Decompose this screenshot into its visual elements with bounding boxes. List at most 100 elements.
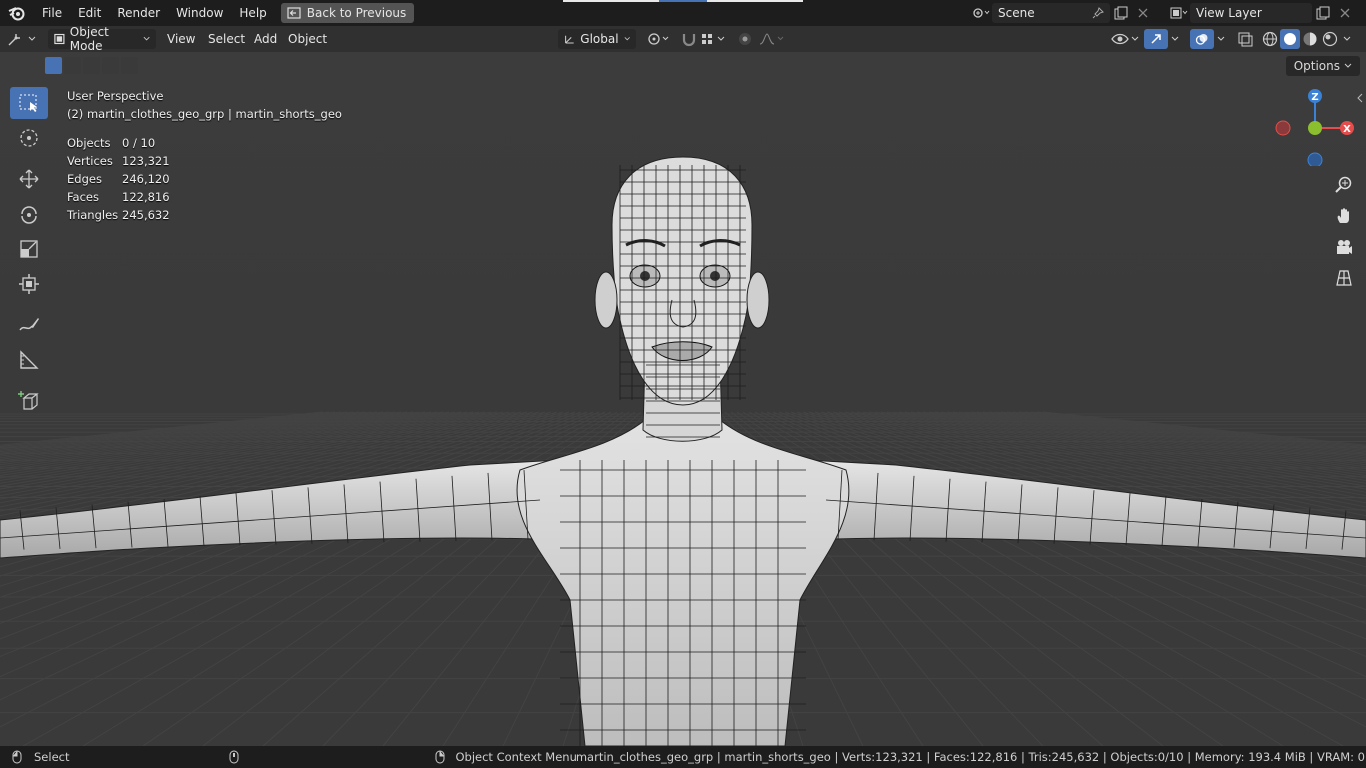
workspace-tabs-indicator[interactable] [563, 0, 803, 2]
menu-file[interactable]: File [34, 2, 70, 24]
menu-object[interactable]: Object [288, 29, 327, 49]
move-tool[interactable] [10, 163, 48, 195]
material-shading-icon[interactable] [1300, 31, 1320, 47]
menu-help[interactable]: Help [231, 2, 274, 24]
pin-icon[interactable] [1092, 7, 1104, 19]
rotate-tool[interactable] [10, 198, 48, 230]
menu-render[interactable]: Render [109, 2, 168, 24]
camera-view-tool[interactable] [1332, 234, 1356, 260]
scene-name-field[interactable]: Scene [992, 3, 1110, 23]
options-dropdown[interactable]: Options [1285, 56, 1360, 76]
view-layer-selector[interactable]: View Layer [1168, 3, 1356, 23]
transform-tool[interactable] [10, 268, 48, 300]
menu-window[interactable]: Window [168, 2, 231, 24]
status-middle-text: Object Context Menu [455, 750, 577, 764]
proportional-icon [739, 33, 784, 45]
snap-toggle[interactable] [680, 29, 698, 49]
scale-tool[interactable] [10, 233, 48, 265]
measure-icon [20, 350, 39, 369]
menu-select[interactable]: Select [208, 29, 245, 49]
pan-tool[interactable] [1332, 203, 1356, 229]
select-extend-icon[interactable] [64, 57, 81, 74]
navigation-tools [1332, 172, 1356, 296]
neg-z-axis-icon[interactable] [1307, 152, 1323, 166]
measure-tool[interactable] [10, 344, 48, 376]
scene-icon[interactable] [970, 3, 992, 23]
select-intersect-icon[interactable] [121, 57, 138, 74]
menu-view[interactable]: View [167, 29, 195, 49]
neg-x-axis-icon[interactable] [1275, 120, 1291, 136]
mouse-middle-icon [229, 750, 239, 764]
transform-orientation-dropdown[interactable]: Global [558, 29, 636, 49]
navigation-gizmo[interactable]: Z X [1270, 86, 1360, 166]
editor-type-button[interactable] [8, 29, 38, 49]
status-left-text: Select [34, 750, 70, 764]
snap-grid-icon [702, 34, 725, 44]
overlays-toggle[interactable] [1190, 29, 1228, 49]
select-invert-icon[interactable] [102, 57, 119, 74]
orientation-label: Global [580, 32, 619, 46]
editor-type-icon [8, 34, 36, 46]
blender-logo-icon[interactable] [0, 0, 34, 26]
annotate-tool[interactable] [10, 309, 48, 341]
gizmo-toggle[interactable] [1144, 29, 1182, 49]
camera-icon [1337, 240, 1352, 254]
chevron-down-icon [143, 36, 150, 41]
new-view-layer-icon[interactable] [1312, 3, 1334, 23]
chevron-down-icon [1217, 36, 1225, 41]
overlays-icon [1190, 29, 1214, 49]
active-object-label: (2) martin_clothes_geo_grp | martin_shor… [67, 107, 342, 121]
back-to-previous-button[interactable]: Back to Previous [280, 3, 415, 23]
perspective-toggle-tool[interactable] [1332, 265, 1356, 291]
mode-dropdown[interactable]: Object Mode [48, 25, 156, 53]
pivot-icon [648, 33, 669, 45]
add-cube-tool[interactable] [10, 385, 48, 417]
select-subtract-icon[interactable] [83, 57, 100, 74]
stat-triangles: Triangles 245,632 [67, 208, 170, 222]
proportional-editing-toggle[interactable] [736, 29, 786, 49]
rendered-shading-icon[interactable] [1320, 31, 1340, 47]
new-scene-icon[interactable] [1110, 3, 1132, 23]
zoom-tool[interactable] [1332, 172, 1356, 198]
select-box-icon [19, 94, 37, 112]
snap-target-dropdown[interactable] [700, 29, 728, 49]
3d-viewport[interactable]: Options User Perspective (2) martin_clot… [0, 52, 1366, 746]
pivot-point-button[interactable] [646, 29, 672, 49]
viewport-stats-overlay: User Perspective (2) martin_clothes_geo_… [67, 87, 342, 224]
visibility-dropdown[interactable] [1110, 29, 1140, 49]
selection-mode-buttons [45, 57, 138, 74]
view-layer-field[interactable]: View Layer [1190, 3, 1312, 23]
menu-edit[interactable]: Edit [70, 2, 109, 24]
top-menu-bar: File Edit Render Window Help Back to Pre… [0, 0, 1366, 26]
scene-selector[interactable]: Scene [970, 3, 1154, 23]
scale-icon [20, 240, 38, 258]
object-mode-icon [54, 33, 65, 45]
stat-objects: Objects 0 / 10 [67, 136, 156, 150]
menu-add[interactable]: Add [254, 29, 277, 49]
viewport-header: Object Mode View Select Add Object Globa… [0, 25, 1366, 53]
view-layer-icon[interactable] [1168, 3, 1190, 23]
tool-shelf [10, 87, 48, 420]
status-right-text: martin_clothes_geo_grp | martin_shorts_g… [575, 750, 1365, 764]
y-axis-icon[interactable] [1308, 121, 1322, 135]
delete-scene-icon[interactable] [1132, 3, 1154, 23]
xray-toggle[interactable] [1236, 29, 1254, 49]
shading-modes[interactable] [1260, 29, 1354, 49]
xray-icon [1238, 32, 1253, 47]
move-icon [19, 169, 39, 189]
solid-shading-icon[interactable] [1280, 29, 1300, 49]
chevron-down-icon[interactable] [1340, 35, 1354, 43]
stat-faces: Faces 122,816 [67, 190, 170, 204]
select-new-icon[interactable] [45, 57, 62, 74]
hand-icon [1337, 208, 1349, 223]
back-to-previous-label: Back to Previous [306, 6, 407, 20]
view-layer-name: View Layer [1196, 6, 1262, 20]
sidebar-toggle-icon[interactable] [1356, 92, 1364, 104]
wireframe-shading-icon[interactable] [1260, 31, 1280, 47]
back-icon [287, 7, 301, 19]
magnet-icon [682, 34, 696, 47]
delete-view-layer-icon[interactable] [1334, 3, 1356, 23]
x-axis-label: X [1343, 124, 1351, 135]
cursor-tool[interactable] [10, 122, 48, 154]
select-box-tool[interactable] [10, 87, 48, 119]
